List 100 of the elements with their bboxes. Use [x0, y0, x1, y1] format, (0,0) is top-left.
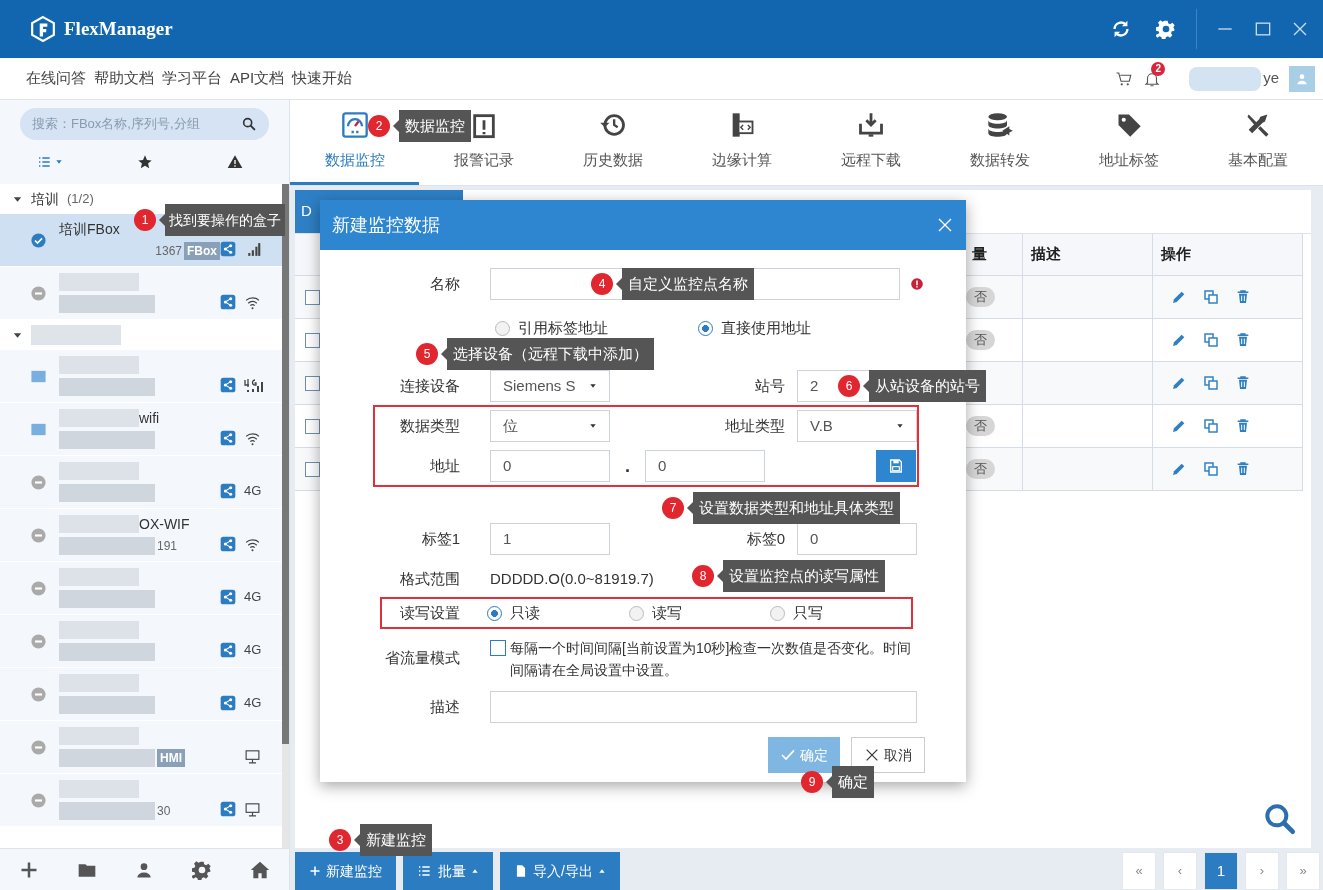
field-label: 省流量模式 — [384, 648, 460, 668]
radio-button[interactable] — [487, 605, 503, 621]
input-field[interactable] — [490, 691, 917, 723]
input-field[interactable]: 0 — [645, 450, 765, 482]
serial-number: 1367 — [155, 243, 182, 260]
status-pill: 否 — [966, 416, 995, 436]
share-icon[interactable] — [220, 589, 236, 605]
offline-icon — [30, 791, 47, 809]
device-item[interactable]: 4G — [0, 668, 282, 720]
radio-option[interactable]: 引用标签地址 — [495, 316, 608, 340]
toolbar-button[interactable]: 批量 — [403, 852, 493, 890]
gauge-icon — [340, 110, 369, 139]
status-pill: 否 — [966, 330, 995, 350]
page-button[interactable]: 1 — [1204, 852, 1238, 890]
share-icon[interactable] — [220, 241, 236, 257]
settings-icon[interactable] — [1156, 19, 1176, 39]
serial-number: 30 — [157, 803, 171, 820]
radio-button[interactable] — [495, 320, 510, 336]
save-button[interactable] — [876, 450, 916, 482]
scrollbar[interactable] — [282, 184, 289, 744]
radio-option[interactable]: 直接使用地址 — [698, 316, 811, 340]
edit-icon[interactable] — [1171, 375, 1187, 391]
row-checkbox[interactable] — [304, 375, 320, 391]
list-icon[interactable] — [37, 154, 53, 170]
network-label: 4G — [244, 482, 262, 501]
settings-icon[interactable] — [192, 859, 213, 880]
page-button[interactable]: » — [1286, 852, 1320, 890]
toolbar-button[interactable]: 导入/导出 — [500, 852, 620, 890]
share-icon[interactable] — [220, 294, 236, 310]
page-button[interactable]: « — [1122, 852, 1156, 890]
device-item[interactable]: 4G — [0, 456, 282, 508]
help-link[interactable]: 帮助文档 — [94, 67, 154, 90]
radio-button[interactable] — [628, 605, 644, 621]
caret-icon — [589, 422, 597, 430]
warning-icon[interactable] — [227, 154, 243, 170]
share-icon[interactable] — [220, 483, 236, 499]
row-checkbox[interactable] — [304, 461, 320, 477]
toolbar-button[interactable]: 新建监控 — [295, 852, 396, 890]
row-checkbox[interactable] — [304, 289, 320, 305]
help-link[interactable]: 在线问答 — [26, 67, 86, 90]
close-icon[interactable] — [936, 216, 954, 234]
delete-icon[interactable] — [1235, 375, 1251, 391]
edit-icon[interactable] — [1171, 418, 1187, 434]
radio-option[interactable]: 只写 — [769, 601, 911, 625]
cancel-button[interactable]: 取消 — [851, 737, 925, 773]
share-icon[interactable] — [220, 801, 236, 817]
cart-icon[interactable] — [1115, 69, 1134, 88]
copy-icon[interactable] — [1203, 332, 1219, 348]
copy-icon[interactable] — [1203, 289, 1219, 305]
copy-icon[interactable] — [1203, 418, 1219, 434]
home-icon[interactable] — [250, 859, 271, 880]
device-item[interactable]: OX-WIF 191 — [0, 509, 282, 561]
delete-icon[interactable] — [1235, 461, 1251, 477]
copy-icon[interactable] — [1203, 461, 1219, 477]
share-icon[interactable] — [220, 695, 236, 711]
radio-button[interactable] — [769, 605, 785, 621]
nav-tab[interactable]: 远程下载 — [806, 100, 936, 185]
nav-tab[interactable]: 边缘计算 — [677, 100, 807, 185]
checkbox[interactable] — [490, 640, 506, 656]
device-item[interactable]: wifi — [0, 403, 282, 455]
share-icon[interactable] — [220, 642, 236, 658]
page-button[interactable]: ‹ — [1163, 852, 1197, 890]
group-name: 培训 — [31, 189, 59, 209]
input-field[interactable]: 1 — [490, 523, 610, 555]
nav-tab[interactable]: 历史数据 — [548, 100, 678, 185]
delete-icon[interactable] — [1235, 332, 1251, 348]
device-item[interactable]: 4G — [0, 562, 282, 614]
edit-icon[interactable] — [1171, 461, 1187, 477]
device-item[interactable]: 30 — [0, 774, 282, 826]
share-icon[interactable] — [220, 536, 236, 552]
edit-icon[interactable] — [1171, 289, 1187, 305]
dropdown[interactable]: Siemens S — [490, 370, 610, 402]
device-item[interactable]: 4G — [0, 615, 282, 667]
dropdown[interactable]: V.B — [797, 410, 917, 442]
nav-tab[interactable]: 数据转发 — [935, 100, 1065, 185]
input-field[interactable]: 0 — [797, 523, 917, 555]
help-link[interactable]: 学习平台 — [162, 67, 222, 90]
close-icon[interactable] — [1291, 20, 1309, 38]
copy-icon[interactable] — [1203, 375, 1219, 391]
nav-tab[interactable]: 地址标签 — [1064, 100, 1194, 185]
delete-icon[interactable] — [1235, 289, 1251, 305]
page-button[interactable]: › — [1245, 852, 1279, 890]
star-icon[interactable] — [137, 154, 153, 170]
radio-button[interactable] — [698, 320, 713, 336]
radio-option[interactable]: 只读 — [487, 601, 629, 625]
share-icon[interactable] — [220, 377, 236, 393]
search-icon[interactable] — [241, 116, 257, 132]
help-link[interactable]: 快速开始 — [292, 67, 353, 90]
search-input[interactable]: 搜索：FBox名称,序列号,分组 — [32, 114, 241, 134]
nav-tab[interactable]: 基本配置 — [1193, 100, 1323, 185]
row-checkbox[interactable] — [304, 418, 320, 434]
row-checkbox[interactable] — [304, 332, 320, 348]
delete-icon[interactable] — [1235, 418, 1251, 434]
radio-option[interactable]: 读写 — [628, 601, 770, 625]
edit-icon[interactable] — [1171, 332, 1187, 348]
dropdown[interactable]: 位 — [490, 410, 610, 442]
input-field[interactable]: 0 — [490, 450, 610, 482]
help-link[interactable]: API文档 — [230, 67, 285, 90]
search-field[interactable]: 搜索：FBox名称,序列号,分组 — [20, 108, 269, 140]
share-icon[interactable] — [220, 430, 236, 446]
